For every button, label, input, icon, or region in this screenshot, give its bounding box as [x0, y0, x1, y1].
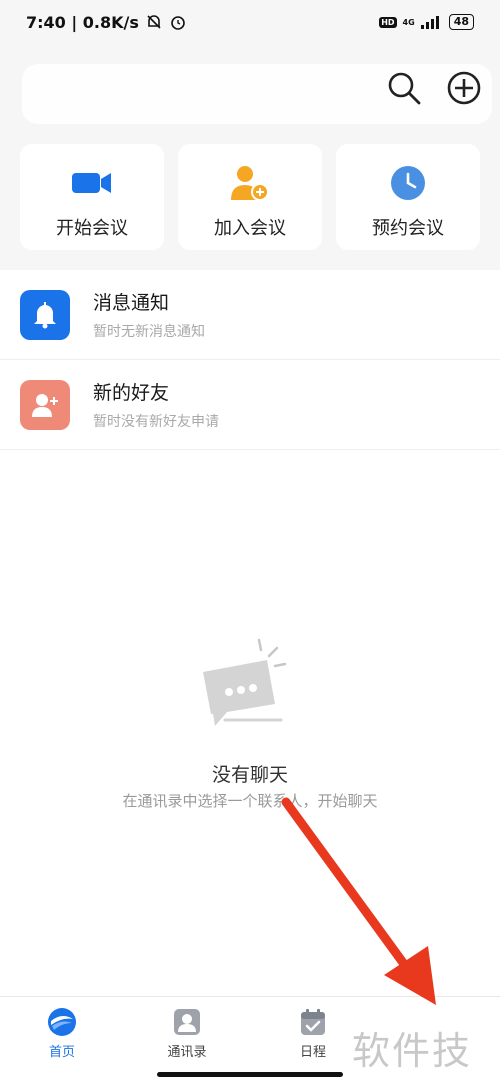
- status-time-speed: 7:40 | 0.8K/s: [26, 12, 139, 32]
- contacts-icon: [174, 1009, 200, 1035]
- tab-schedule-label: 日程: [299, 1045, 326, 1060]
- person-add-icon: [231, 166, 269, 201]
- tab-contacts[interactable]: 通讯录: [147, 1007, 227, 1060]
- status-right: HD 4G 48: [379, 14, 474, 30]
- new-friends-title: 新的好友: [93, 382, 170, 404]
- quick-actions: 开始会议 加入会议 预约会议: [20, 144, 480, 250]
- empty-state-title: 没有聊天: [211, 764, 288, 786]
- watermark-text: 软件技巧: [352, 1029, 473, 1073]
- join-meeting-label: 加入会议: [214, 218, 286, 239]
- battery-indicator: 48: [448, 14, 474, 30]
- new-friends-icon-box: [20, 379, 70, 430]
- new-friends-text: 新的好友 暂时没有新好友申请: [93, 378, 219, 431]
- tab-home[interactable]: 首页: [22, 1007, 102, 1060]
- empty-chat-icon: [203, 638, 287, 726]
- status-bar: 7:40 | 0.8K/s HD 4G 48: [0, 0, 500, 44]
- new-friends-subtitle: 暂时没有新好友申请: [93, 414, 219, 430]
- network-type: 4G: [402, 17, 415, 27]
- calendar-check-icon: [301, 1009, 325, 1035]
- start-meeting-card[interactable]: 开始会议: [20, 144, 164, 250]
- bell-icon: [34, 301, 56, 328]
- empty-state-subtitle: 在通讯录中选择一个联系人，开始聊天: [122, 792, 378, 810]
- signal-icon: [420, 16, 439, 29]
- list-item-notifications[interactable]: 消息通知 暂时无新消息通知: [0, 270, 500, 360]
- alarm-icon: [171, 16, 185, 30]
- tab-home-label: 首页: [48, 1045, 75, 1060]
- person-add-icon: [32, 393, 58, 417]
- tab-contacts-label: 通讯录: [167, 1045, 207, 1060]
- top-area: 开始会议 加入会议 预约会议: [0, 44, 500, 270]
- search-icon[interactable]: [386, 70, 422, 106]
- notification-text: 消息通知 暂时无新消息通知: [93, 288, 205, 341]
- hd-badge: HD: [379, 16, 397, 28]
- clock-icon: [391, 166, 425, 200]
- notification-icon-box: [20, 289, 70, 340]
- mute-bell-icon: [147, 15, 161, 29]
- notification-subtitle: 暂时无新消息通知: [93, 324, 205, 340]
- home-indicator[interactable]: [157, 1072, 343, 1077]
- home-logo-icon: [48, 1008, 76, 1036]
- video-camera-icon: [72, 173, 111, 193]
- notification-title: 消息通知: [93, 292, 170, 314]
- list-item-new-friends[interactable]: 新的好友 暂时没有新好友申请: [0, 360, 500, 450]
- status-left: 7:40 | 0.8K/s: [26, 13, 187, 32]
- tab-schedule[interactable]: 日程: [273, 1007, 353, 1060]
- plus-circle-icon[interactable]: [446, 70, 482, 106]
- schedule-meeting-card[interactable]: 预约会议: [336, 144, 480, 250]
- schedule-meeting-label: 预约会议: [372, 218, 444, 239]
- start-meeting-label: 开始会议: [56, 218, 128, 239]
- join-meeting-card[interactable]: 加入会议: [178, 144, 322, 250]
